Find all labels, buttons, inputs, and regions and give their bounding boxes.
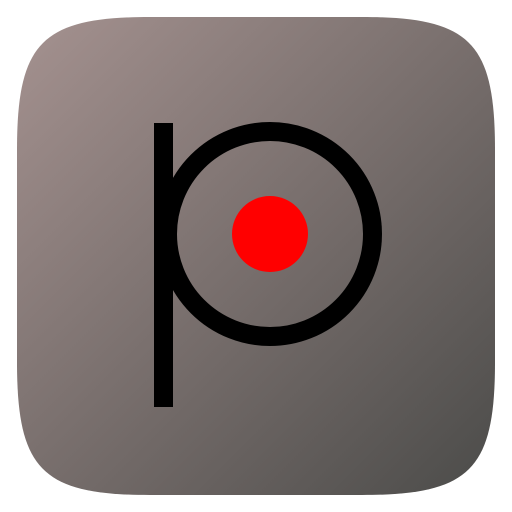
p-record-app-icon[interactable] <box>0 0 512 512</box>
app-icon-canvas <box>0 0 512 512</box>
record-dot-icon <box>232 196 308 272</box>
